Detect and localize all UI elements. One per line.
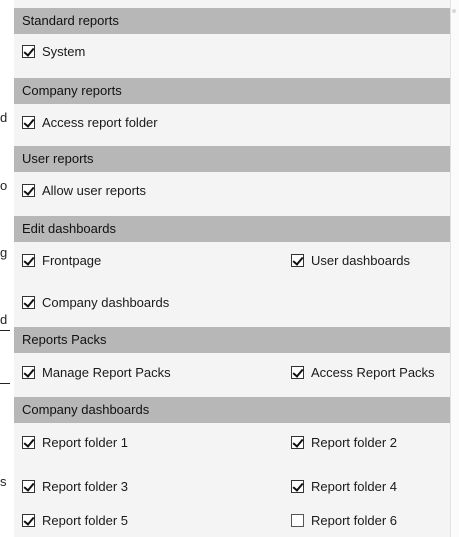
list-item: Allow user reports	[14, 172, 451, 206]
checkbox-company-dashboards[interactable]: Company dashboards	[22, 295, 169, 310]
checkbox-label: Report folder 2	[311, 435, 397, 450]
clipped-text-fragment: s	[0, 474, 7, 489]
section-header-company-reports: Company reports	[14, 78, 451, 104]
checkbox-label: Access Report Packs	[311, 365, 435, 380]
checkbox-unchecked-icon	[291, 514, 304, 527]
checkbox-manage-report-packs[interactable]: Manage Report Packs	[22, 365, 171, 380]
section-header-standard-reports: Standard reports	[14, 8, 451, 34]
checkbox-report-folder-6[interactable]: Report folder 6	[291, 513, 397, 528]
clipped-text-fragment: o	[0, 178, 8, 193]
permissions-panel: Standard reports System Company reports …	[14, 0, 459, 537]
checkbox-user-dashboards[interactable]: User dashboards	[291, 253, 410, 268]
checkbox-label: System	[42, 44, 86, 59]
clipped-divider	[0, 330, 10, 331]
scroll-arrow-icon[interactable]	[452, 9, 456, 13]
checkbox-report-folder-4[interactable]: Report folder 4	[291, 479, 397, 494]
checkbox-label: Frontpage	[42, 253, 102, 268]
checkbox-label: Report folder 5	[42, 513, 128, 528]
left-edge-clipped-content: d o g d s	[0, 0, 14, 537]
checkbox-checked-icon	[22, 514, 35, 527]
list-item: Access report folder	[14, 104, 451, 138]
checkbox-checked-icon	[291, 436, 304, 449]
list-item: Report folder 3 Report folder 4	[14, 467, 451, 501]
checkbox-report-folder-1[interactable]: Report folder 1	[22, 435, 128, 450]
checkbox-checked-icon	[22, 480, 35, 493]
checkbox-checked-icon	[22, 366, 35, 379]
checkbox-label: Report folder 4	[311, 479, 397, 494]
section-header-company-dashboards: Company dashboards	[14, 397, 451, 423]
checkbox-checked-icon	[22, 116, 35, 129]
checkbox-report-folder-2[interactable]: Report folder 2	[291, 435, 397, 450]
checkbox-allow-user-reports[interactable]: Allow user reports	[22, 183, 146, 198]
clipped-text-fragment: g	[0, 245, 8, 260]
checkbox-checked-icon	[22, 436, 35, 449]
checkbox-report-folder-3[interactable]: Report folder 3	[22, 479, 128, 494]
checkbox-label: User dashboards	[311, 253, 410, 268]
list-item: Manage Report Packs Access Report Packs	[14, 353, 451, 387]
list-item: Frontpage User dashboards	[14, 242, 451, 276]
list-item: Report folder 1 Report folder 2	[14, 423, 451, 457]
checkbox-checked-icon	[22, 254, 35, 267]
clipped-text-fragment: d	[0, 110, 8, 125]
list-item: Report folder 5 Report folder 6	[14, 503, 451, 537]
checkbox-label: Manage Report Packs	[42, 365, 171, 380]
checkbox-label: Report folder 3	[42, 479, 128, 494]
checkbox-checked-icon	[291, 254, 304, 267]
checkbox-frontpage[interactable]: Frontpage	[22, 253, 101, 268]
checkbox-checked-icon	[22, 296, 35, 309]
checkbox-label: Allow user reports	[42, 183, 147, 198]
section-header-user-reports: User reports	[14, 146, 451, 172]
checkbox-label: Report folder 1	[42, 435, 128, 450]
checkbox-checked-icon	[22, 184, 35, 197]
list-item: Company dashboards	[14, 284, 451, 318]
checkbox-access-report-folder[interactable]: Access report folder	[22, 115, 158, 130]
checkbox-access-report-packs[interactable]: Access Report Packs	[291, 365, 435, 380]
checkbox-label: Company dashboards	[42, 295, 170, 310]
checkbox-label: Access report folder	[42, 115, 158, 130]
checkbox-label: Report folder 6	[311, 513, 397, 528]
checkbox-checked-icon	[22, 45, 35, 58]
vertical-scrollbar[interactable]	[450, 0, 459, 537]
list-item: System	[14, 34, 451, 68]
section-header-edit-dashboards: Edit dashboards	[14, 216, 451, 242]
checkbox-checked-icon	[291, 480, 304, 493]
checkbox-system[interactable]: System	[22, 44, 85, 59]
clipped-text-fragment: d	[0, 312, 8, 327]
clipped-divider	[0, 383, 10, 384]
checkbox-report-folder-5[interactable]: Report folder 5	[22, 513, 128, 528]
section-header-reports-packs: Reports Packs	[14, 327, 451, 353]
checkbox-checked-icon	[291, 366, 304, 379]
